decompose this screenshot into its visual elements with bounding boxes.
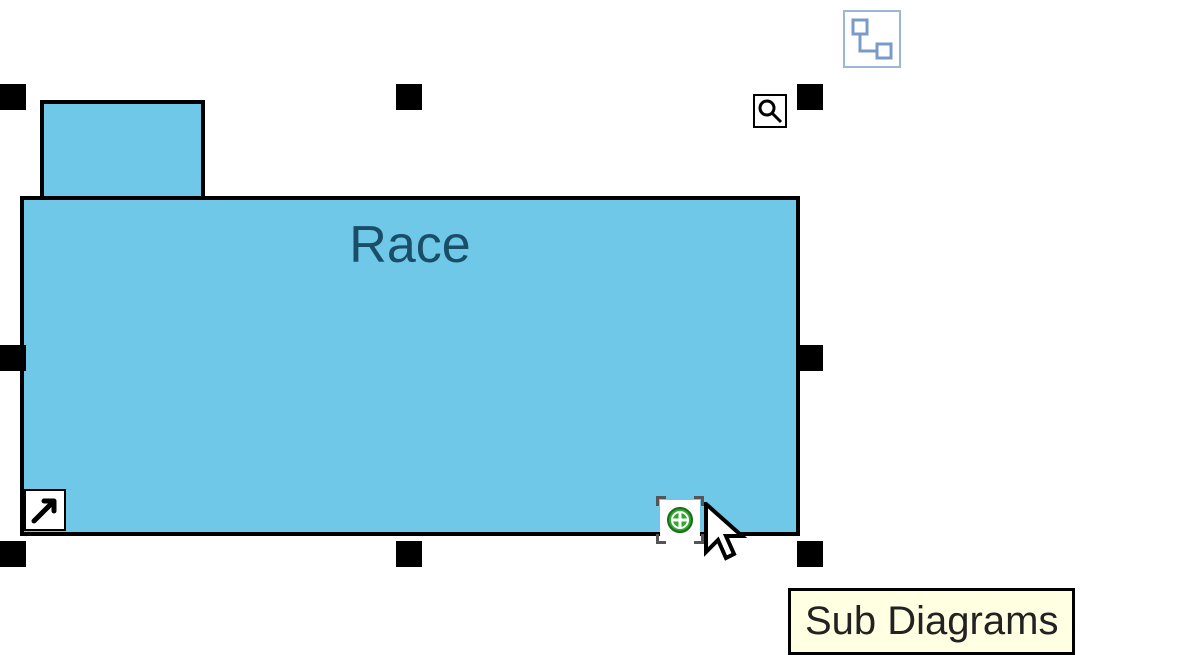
package-body: Race [20,196,800,536]
selection-handle-ml[interactable] [0,345,26,371]
quick-link-icon[interactable] [843,10,901,68]
selection-handle-tl[interactable] [0,84,26,110]
magnify-icon[interactable] [753,94,787,128]
tooltip: Sub Diagrams [788,588,1075,655]
selection-handle-tm[interactable] [396,84,422,110]
sub-diagrams-button[interactable] [660,500,700,540]
sub-diagrams-icon [667,507,693,533]
selection-handle-tr[interactable] [797,84,823,110]
selection-handle-bm[interactable] [396,541,422,567]
package-tab [40,100,205,200]
selection-handle-bl[interactable] [0,541,26,567]
shortcut-arrow-icon [24,489,66,531]
diagram-canvas[interactable]: Race [0,0,1200,647]
selection-handle-mr[interactable] [797,345,823,371]
tooltip-text: Sub Diagrams [805,599,1058,643]
selection-handle-br[interactable] [797,541,823,567]
package-name-label: Race [349,215,470,275]
